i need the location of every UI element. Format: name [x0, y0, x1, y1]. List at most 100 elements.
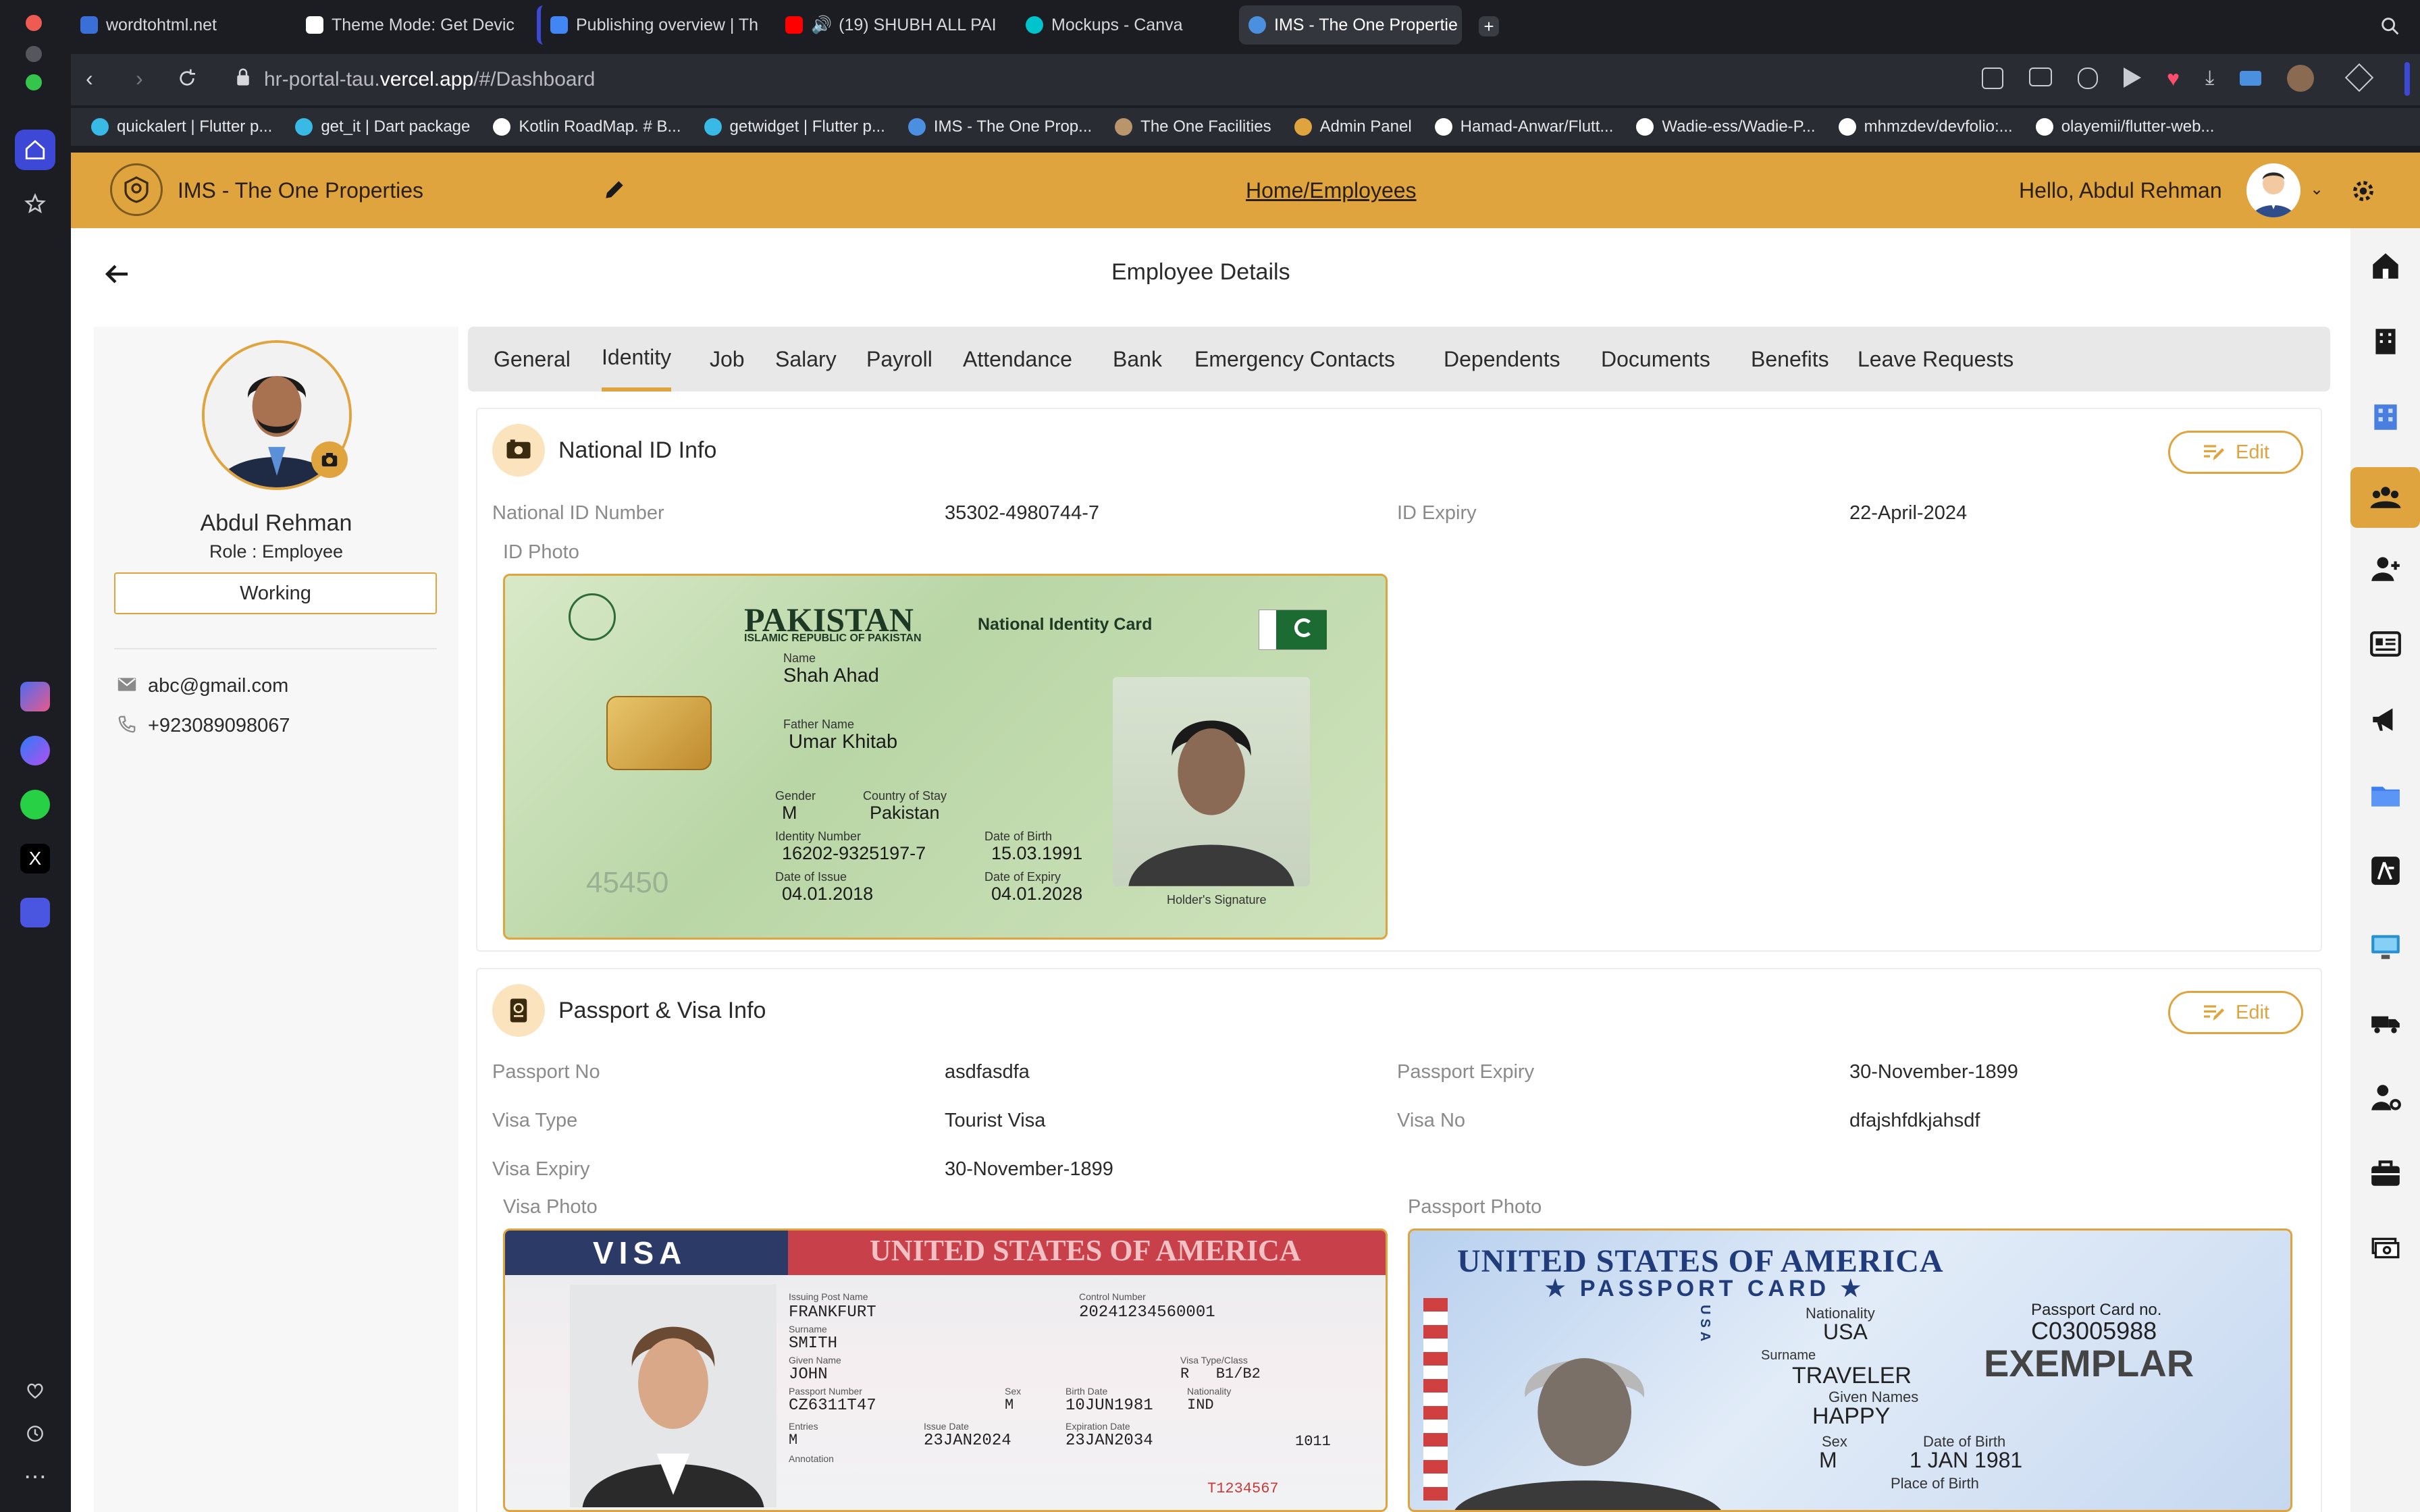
home-icon[interactable]: [15, 130, 55, 170]
nav-monitor-icon[interactable]: [2360, 921, 2411, 972]
battery-icon[interactable]: [2240, 71, 2262, 86]
shield-icon[interactable]: [2078, 68, 2098, 89]
tab-job[interactable]: Job: [710, 327, 745, 392]
breadcrumb[interactable]: Home/Employees: [1246, 178, 1417, 203]
nav-leave-icon[interactable]: [2360, 845, 2411, 896]
history-icon[interactable]: [15, 1413, 55, 1454]
play-icon[interactable]: [2124, 68, 2141, 88]
bookmark-item[interactable]: quickalert | Flutter p...: [91, 117, 272, 136]
nav-delivery-icon[interactable]: [2360, 996, 2411, 1048]
tab-general[interactable]: General: [494, 327, 571, 392]
browser-tab[interactable]: wordtohtml.net: [71, 5, 287, 45]
camera-upload-icon[interactable]: [311, 441, 348, 478]
download-icon[interactable]: ⤓: [2205, 68, 2214, 92]
visa-photo[interactable]: VISA UNITED STATES OF AMERICA Issuing Po…: [503, 1228, 1388, 1512]
bookmark-item[interactable]: The One Facilities: [1115, 117, 1271, 136]
card-expiry: 04.01.2028: [991, 884, 1083, 904]
card-issue: 04.01.2018: [782, 884, 874, 904]
back-arrow-icon[interactable]: [101, 258, 133, 294]
visa-sex-label: Sex: [1005, 1386, 1022, 1397]
tab-emergency-contacts[interactable]: Emergency Contacts: [1194, 327, 1395, 392]
nav-home-icon[interactable]: [2360, 240, 2411, 292]
card-name: Shah Ahad: [783, 665, 879, 686]
tab-salary[interactable]: Salary: [775, 327, 837, 392]
star-icon[interactable]: [15, 184, 55, 224]
bookmark-item[interactable]: Hamad-Anwar/Flutt...: [1434, 117, 1613, 136]
bookmark-item[interactable]: mhmzdev/devfolio:...: [1838, 117, 2013, 136]
nav-employees-icon[interactable]: [2350, 467, 2420, 528]
sidebar-indicator: [2404, 62, 2410, 96]
edit-national-id-button[interactable]: Edit: [2168, 431, 2303, 474]
messenger-icon[interactable]: [15, 730, 55, 771]
maximize-window-button[interactable]: [26, 74, 42, 90]
close-window-button[interactable]: [26, 15, 42, 31]
nav-user-settings-icon[interactable]: [2360, 1072, 2411, 1123]
nav-folder-icon[interactable]: [2360, 770, 2411, 821]
nav-add-user-icon[interactable]: [2360, 543, 2411, 594]
tab-dependents[interactable]: Dependents: [1444, 327, 1560, 392]
nav-buildings-icon[interactable]: [2360, 316, 2411, 367]
phone-text[interactable]: +923089098067: [148, 715, 290, 737]
music-player-icon[interactable]: [15, 892, 55, 933]
extensions-icon[interactable]: [2345, 63, 2374, 92]
tab-benefits[interactable]: Benefits: [1751, 327, 1829, 392]
url-field[interactable]: hr-portal-tau. vercel.app/#/Dashboard: [219, 61, 2029, 99]
visa-surname: SMITH: [789, 1334, 838, 1353]
speaker-icon: 🔊: [811, 15, 833, 34]
minimize-window-button[interactable]: [26, 46, 42, 62]
whatsapp-icon[interactable]: [15, 784, 55, 825]
nav-money-icon[interactable]: [2360, 1223, 2411, 1274]
tab-leave-requests[interactable]: Leave Requests: [1858, 327, 2014, 392]
bookmark-item[interactable]: olayemii/flutter-web...: [2035, 117, 2214, 136]
phone-row: +923089098067: [117, 714, 290, 738]
more-icon[interactable]: ⋯: [15, 1457, 55, 1497]
bookmark-item[interactable]: Admin Panel: [1294, 117, 1412, 136]
edit-pencil-icon[interactable]: [602, 177, 627, 206]
visa-title: VISA: [593, 1235, 687, 1270]
bookmark-item[interactable]: Wadie-ess/Wadie-P...: [1636, 117, 1816, 136]
browser-tab[interactable]: Mockups - Canva: [1016, 5, 1239, 45]
new-tab-button[interactable]: +: [1479, 16, 1499, 36]
bookmark-item[interactable]: IMS - The One Prop...: [908, 117, 1092, 136]
edit-page-icon[interactable]: [1982, 68, 2003, 89]
browser-tab[interactable]: Publishing overview | Th: [537, 5, 760, 45]
field-label: ID Photo: [503, 541, 579, 563]
nav-office-icon[interactable]: [2360, 392, 2411, 443]
nav-megaphone-icon[interactable]: [2360, 694, 2411, 745]
passport-icon: [492, 984, 545, 1037]
back-icon[interactable]: ‹: [86, 66, 93, 91]
pp-surname-label: Surname: [1761, 1348, 1816, 1363]
tab-identity[interactable]: Identity: [602, 327, 672, 392]
x-twitter-icon[interactable]: X: [15, 838, 55, 879]
tab-attendance[interactable]: Attendance: [963, 327, 1072, 392]
heart-icon[interactable]: [15, 1370, 55, 1411]
passport-photo[interactable]: UNITED STATES OF AMERICA ★ PASSPORT CARD…: [1408, 1228, 2292, 1512]
settings-gear-icon[interactable]: [2349, 177, 2377, 209]
chevron-down-icon[interactable]: ⌄: [2310, 180, 2323, 199]
nav-id-card-icon[interactable]: [2360, 618, 2411, 670]
browser-tab[interactable]: Theme Mode: Get Devic: [296, 5, 519, 45]
email-text[interactable]: abc@gmail.com: [148, 675, 288, 697]
edit-passport-button[interactable]: Edit: [2168, 991, 2303, 1034]
camera-icon[interactable]: [2029, 68, 2052, 86]
bookmark-item[interactable]: Kotlin RoadMap. # B...: [493, 117, 681, 136]
nav-briefcase-icon[interactable]: [2360, 1148, 2411, 1199]
profile-avatar-icon[interactable]: [2287, 65, 2315, 92]
reload-icon[interactable]: [176, 68, 198, 92]
heart-icon[interactable]: ♥: [2167, 68, 2180, 92]
id-photo[interactable]: PAKISTAN ISLAMIC REPUBLIC OF PAKISTAN Na…: [503, 574, 1388, 940]
section-title: National ID Info: [558, 437, 717, 463]
tab-bank[interactable]: Bank: [1113, 327, 1162, 392]
search-tabs-icon[interactable]: [2379, 15, 2402, 41]
passport-visa-card: Passport & Visa Info Edit Passport No as…: [476, 968, 2322, 1512]
forward-icon[interactable]: ›: [136, 66, 143, 91]
bookmark-item[interactable]: getwidget | Flutter p...: [704, 117, 885, 136]
tab-documents[interactable]: Documents: [1601, 327, 1710, 392]
pp-usa-vertical: USA: [1698, 1305, 1712, 1346]
user-avatar[interactable]: [2246, 163, 2300, 217]
aria-icon[interactable]: [15, 676, 55, 717]
browser-tab-active[interactable]: IMS - The One Propertie: [1239, 5, 1462, 45]
bookmark-item[interactable]: get_it | Dart package: [295, 117, 470, 136]
tab-payroll[interactable]: Payroll: [866, 327, 932, 392]
browser-tab[interactable]: 🔊 (19) SHUBH ALL PAI: [776, 5, 1005, 45]
